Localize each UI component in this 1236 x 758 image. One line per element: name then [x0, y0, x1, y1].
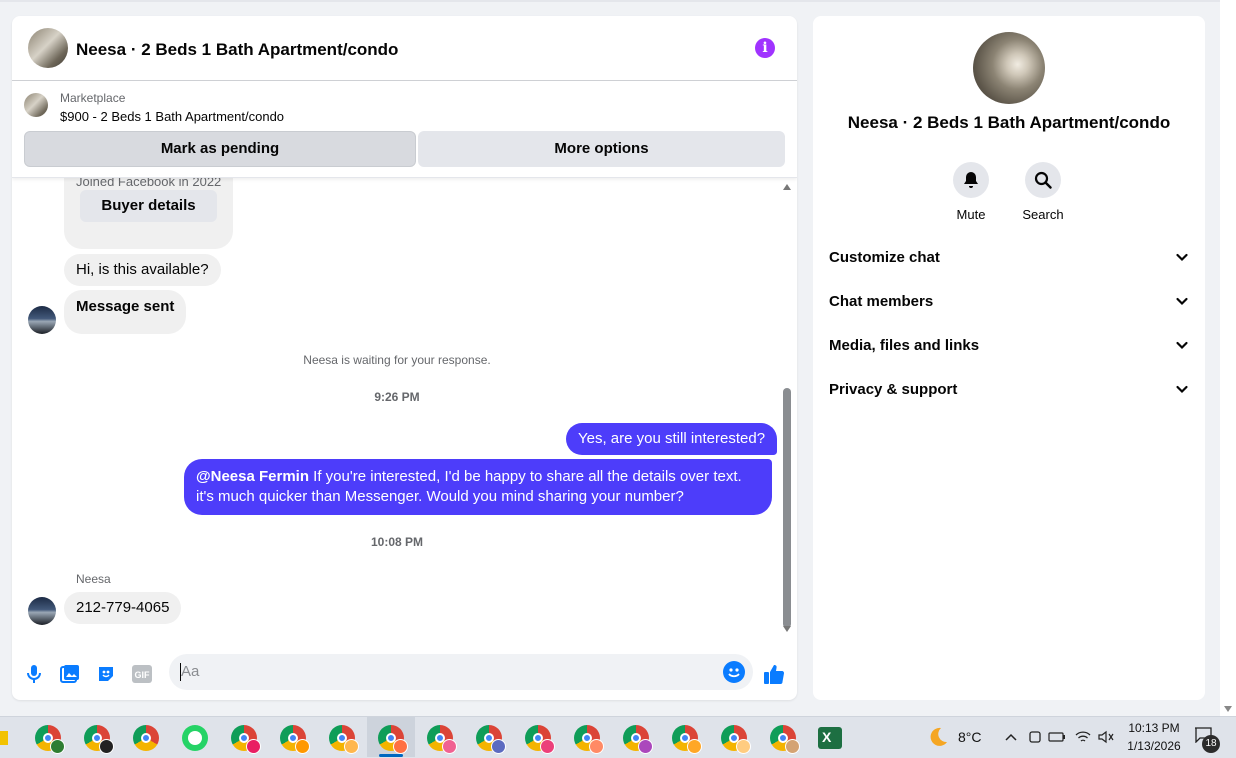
chrome-profile-icon[interactable] — [84, 725, 114, 754]
sticker-icon[interactable] — [94, 662, 118, 686]
message-input[interactable]: Aa — [169, 654, 753, 690]
chrome-profile-icon[interactable] — [525, 725, 555, 754]
top-strip — [0, 0, 1220, 2]
section-label: Media, files and links — [829, 337, 980, 354]
chrome-profile-icon[interactable] — [329, 725, 359, 754]
joined-facebook-text: Joined Facebook in 2022 — [76, 178, 222, 189]
bell-icon — [953, 162, 989, 198]
chrome-profile-icon[interactable] — [231, 725, 261, 754]
emoji-icon[interactable] — [723, 661, 745, 683]
buyer-card: Joined Facebook in 2022 Buyer details — [64, 178, 233, 249]
scroll-down-arrow[interactable] — [783, 626, 791, 632]
whatsapp-icon[interactable] — [182, 725, 208, 751]
chrome-profile-icon[interactable] — [770, 725, 800, 754]
chrome-profile-icon[interactable] — [574, 725, 604, 754]
notification-center-icon[interactable]: 18 — [1194, 727, 1220, 753]
chrome-profile-icon[interactable] — [672, 725, 702, 754]
timestamp: 9:26 PM — [374, 390, 420, 404]
windows-taskbar: 8°C 10:13 PM 1/13/2026 18 — [0, 716, 1236, 758]
clock-date: 1/13/2026 — [1127, 739, 1181, 753]
scroll-up-arrow[interactable] — [783, 184, 791, 190]
gif-icon[interactable]: GIF — [130, 662, 154, 686]
chrome-profile-icon[interactable] — [280, 725, 310, 754]
chrome-profile-icon[interactable] — [721, 725, 751, 754]
message-bubble[interactable]: Yes, are you still interested? — [566, 423, 778, 455]
composer: GIF Aa — [12, 652, 797, 700]
weather-moon-icon[interactable] — [927, 726, 949, 753]
chevron-down-icon — [1175, 380, 1189, 404]
gif-label: GIF — [135, 670, 151, 680]
info-title: Neesa · 2 Beds 1 Bath Apartment/condo — [847, 113, 1171, 132]
chrome-profile-icon[interactable] — [378, 725, 408, 754]
message-bubble[interactable]: Message sent — [64, 290, 187, 334]
listing-title[interactable]: $900 - 2 Beds 1 Bath Apartment/condo — [60, 109, 284, 124]
chrome-profile-icon[interactable] — [35, 725, 65, 754]
battery-icon[interactable] — [1048, 730, 1066, 749]
chrome-profile-icon[interactable] — [427, 725, 457, 754]
avatar[interactable] — [28, 306, 56, 334]
section-label: Chat members — [829, 293, 934, 310]
message-input-placeholder: Aa — [181, 663, 200, 680]
chevron-up-icon[interactable] — [1004, 730, 1018, 748]
section-label: Privacy & support — [829, 381, 958, 398]
avatar[interactable] — [28, 597, 56, 625]
sender-name: Neesa — [76, 572, 111, 586]
chat-header: Neesa · 2 Beds 1 Bath Apartment/condo i — [12, 16, 797, 81]
listing-thumbnail[interactable] — [24, 93, 48, 117]
message-bubble[interactable]: @Neesa Fermin If you're interested, I'd … — [184, 459, 772, 515]
meet-now-icon[interactable] — [1028, 729, 1042, 750]
search-button[interactable]: Search — [1008, 162, 1078, 222]
mute-button[interactable]: Mute — [936, 162, 1006, 222]
chevron-down-icon — [1175, 336, 1189, 360]
chat-panel: Neesa · 2 Beds 1 Bath Apartment/condo i … — [12, 16, 797, 700]
conversation-info-panel: Neesa · 2 Beds 1 Bath Apartment/condo Mu… — [813, 16, 1205, 700]
message-bubble[interactable]: 212-779-4065 — [64, 592, 182, 624]
more-options-button[interactable]: More options — [418, 131, 785, 167]
speaker-muted-icon[interactable] — [1097, 729, 1115, 750]
system-clock[interactable]: 10:13 PM 1/13/2026 — [1124, 719, 1184, 755]
weather-temperature[interactable]: 8°C — [958, 729, 982, 745]
profile-avatar[interactable] — [973, 32, 1045, 104]
waiting-notice: Neesa is waiting for your response. — [303, 353, 491, 367]
section-privacy-support[interactable]: Privacy & support — [829, 378, 1189, 402]
wifi-icon[interactable] — [1074, 729, 1092, 750]
chrome-icon[interactable] — [133, 725, 159, 751]
message-list: Joined Facebook in 2022 Buyer details Hi… — [12, 178, 797, 638]
mention-link[interactable]: @Neesa Fermin — [196, 468, 309, 485]
microphone-icon[interactable] — [22, 662, 46, 686]
like-icon[interactable] — [762, 662, 786, 686]
page-scrollbar[interactable] — [1220, 0, 1236, 716]
mute-label: Mute — [956, 207, 986, 222]
search-icon — [1025, 162, 1061, 198]
message-bubble[interactable]: Hi, is this available? — [64, 254, 221, 286]
section-customize-chat[interactable]: Customize chat — [829, 246, 1189, 270]
marketplace-banner: Marketplace $900 - 2 Beds 1 Bath Apartme… — [12, 81, 797, 178]
message-scrollbar[interactable] — [782, 184, 792, 632]
section-label: Customize chat — [829, 249, 940, 266]
chevron-down-icon — [1175, 292, 1189, 316]
mark-as-pending-button[interactable]: Mark as pending — [24, 131, 416, 167]
buyer-details-button[interactable]: Buyer details — [80, 190, 217, 222]
conversation-avatar[interactable] — [28, 28, 68, 68]
conversation-title[interactable]: Neesa · 2 Beds 1 Bath Apartment/condo — [76, 40, 398, 60]
image-icon[interactable] — [58, 662, 82, 686]
clock-time: 10:13 PM — [1128, 721, 1180, 735]
file-explorer-icon[interactable] — [0, 731, 8, 745]
marketplace-label: Marketplace — [60, 91, 126, 105]
search-label: Search — [1022, 207, 1064, 222]
excel-icon[interactable] — [818, 727, 842, 749]
scroll-thumb[interactable] — [783, 388, 791, 628]
section-media-files-links[interactable]: Media, files and links — [829, 334, 1189, 358]
section-chat-members[interactable]: Chat members — [829, 290, 1189, 314]
chrome-profile-icon[interactable] — [623, 725, 653, 754]
timestamp: 10:08 PM — [370, 535, 424, 549]
chrome-profile-icon[interactable] — [476, 725, 506, 754]
notification-count: 18 — [1202, 735, 1220, 753]
info-icon[interactable]: i — [755, 38, 775, 58]
chevron-down-icon — [1175, 248, 1189, 272]
